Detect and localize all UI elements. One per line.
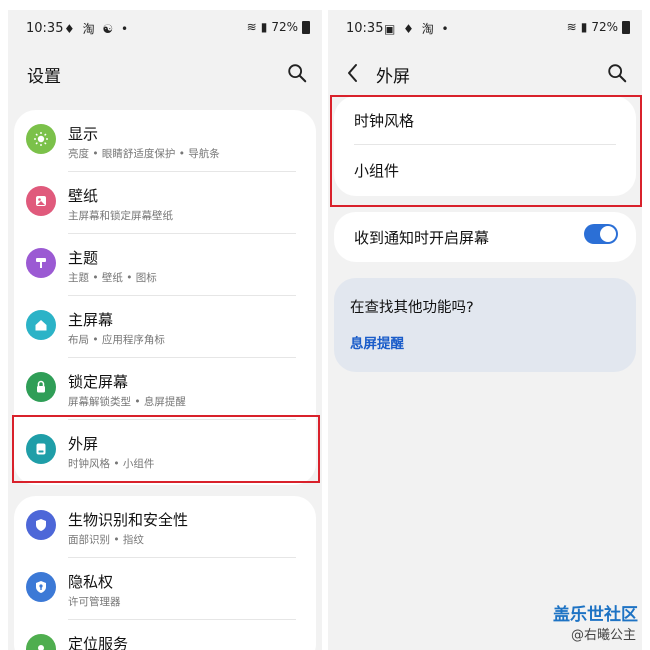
cover-screen-settings: 10:35 ▣ ♦ 淘 • ≋ ▮ 72% 外屏 时钟风格 小组件 收到通知时开… bbox=[328, 10, 642, 650]
suggestion-question: 在查找其他功能吗? bbox=[350, 300, 474, 316]
item-subtitle: 主屏幕和锁定屏幕壁纸 bbox=[68, 210, 173, 222]
battery-percent: 72% bbox=[591, 20, 618, 34]
highlight-box-options bbox=[330, 95, 642, 207]
app-bar: 设置 bbox=[8, 50, 322, 98]
item-label: 定位服务 bbox=[68, 635, 129, 650]
suggestion-card: 在查找其他功能吗? 息屏提醒 bbox=[334, 278, 636, 372]
item-label: 隐私权 bbox=[68, 573, 114, 591]
search-icon[interactable] bbox=[286, 62, 308, 84]
page-title: 设置 bbox=[27, 67, 61, 87]
theme-brush-icon bbox=[26, 248, 56, 278]
status-right: ≋ ▮ 72% bbox=[247, 20, 310, 34]
signal-icon: ▮ bbox=[260, 20, 268, 34]
item-subtitle: 主题 • 壁纸 • 图标 bbox=[68, 272, 157, 284]
wifi-icon: ≋ bbox=[246, 20, 257, 34]
wifi-icon: ≋ bbox=[566, 20, 577, 34]
notification-wake-toggle[interactable] bbox=[584, 224, 618, 244]
lock-icon bbox=[26, 372, 56, 402]
settings-item-display[interactable]: 显示 亮度 • 眼睛舒适度保护 • 导航条 bbox=[14, 110, 316, 172]
toggle-knob bbox=[600, 226, 616, 242]
notification-icons: ♦ 淘 ☯ • bbox=[64, 22, 131, 36]
settings-screen: 10:35 ♦ 淘 ☯ • ≋ ▮ 72% 设置 显示 亮度 • 眼睛舒适度保护… bbox=[8, 10, 322, 650]
battery-icon bbox=[622, 20, 630, 34]
watermark-author: @右曦公主 bbox=[570, 628, 636, 643]
battery-icon bbox=[302, 20, 310, 34]
item-label: 主屏幕 bbox=[68, 311, 114, 329]
settings-item-biometrics-security[interactable]: 生物识别和安全性 面部识别 • 指纹 bbox=[14, 496, 316, 558]
settings-item-wallpaper[interactable]: 壁纸 主屏幕和锁定屏幕壁纸 bbox=[14, 172, 316, 234]
page-title: 外屏 bbox=[376, 67, 410, 87]
item-label: 主题 bbox=[68, 249, 99, 267]
item-subtitle: 屏幕解锁类型 • 息屏提醒 bbox=[68, 396, 186, 408]
status-time: 10:35 bbox=[26, 21, 64, 36]
privacy-icon bbox=[26, 572, 56, 602]
status-bar: 10:35 ♦ 淘 ☯ • ≋ ▮ 72% bbox=[8, 10, 322, 46]
highlight-box-cover-screen bbox=[12, 415, 320, 483]
notification-icons: ▣ ♦ 淘 • bbox=[384, 22, 451, 36]
status-bar: 10:35 ▣ ♦ 淘 • ≋ ▮ 72% bbox=[328, 10, 642, 46]
settings-item-lock-screen[interactable]: 锁定屏幕 屏幕解锁类型 • 息屏提醒 bbox=[14, 358, 316, 420]
item-label: 锁定屏幕 bbox=[68, 373, 129, 391]
notification-wake-label: 收到通知时开启屏幕 bbox=[354, 229, 490, 247]
item-subtitle: 面部识别 • 指纹 bbox=[68, 534, 144, 546]
status-time: 10:35 bbox=[346, 21, 384, 36]
settings-item-location[interactable]: 定位服务 bbox=[14, 620, 316, 650]
settings-group-2: 生物识别和安全性 面部识别 • 指纹 隐私权 许可管理器 定位服务 bbox=[14, 496, 316, 650]
battery-percent: 72% bbox=[271, 20, 298, 34]
back-arrow-icon[interactable] bbox=[344, 62, 362, 84]
settings-item-home-screen[interactable]: 主屏幕 布局 • 应用程序角标 bbox=[14, 296, 316, 358]
aod-link[interactable]: 息屏提醒 bbox=[350, 332, 404, 352]
notification-wake-card[interactable]: 收到通知时开启屏幕 bbox=[334, 212, 636, 262]
watermark-title: 盖乐世社区 bbox=[553, 605, 638, 625]
item-label: 壁纸 bbox=[68, 187, 99, 205]
location-icon bbox=[26, 634, 56, 650]
shield-icon bbox=[26, 510, 56, 540]
item-subtitle: 布局 • 应用程序角标 bbox=[68, 334, 165, 346]
status-right: ≋ ▮ 72% bbox=[567, 20, 630, 34]
app-bar: 外屏 bbox=[328, 50, 642, 98]
item-subtitle: 亮度 • 眼睛舒适度保护 • 导航条 bbox=[68, 148, 220, 160]
home-icon bbox=[26, 310, 56, 340]
sun-icon bbox=[26, 124, 56, 154]
signal-icon: ▮ bbox=[580, 20, 588, 34]
search-icon[interactable] bbox=[606, 62, 628, 84]
settings-item-themes[interactable]: 主题 主题 • 壁纸 • 图标 bbox=[14, 234, 316, 296]
item-label: 显示 bbox=[68, 125, 99, 143]
settings-item-privacy[interactable]: 隐私权 许可管理器 bbox=[14, 558, 316, 620]
wallpaper-icon bbox=[26, 186, 56, 216]
item-subtitle: 许可管理器 bbox=[68, 596, 121, 608]
item-label: 生物识别和安全性 bbox=[68, 511, 189, 529]
